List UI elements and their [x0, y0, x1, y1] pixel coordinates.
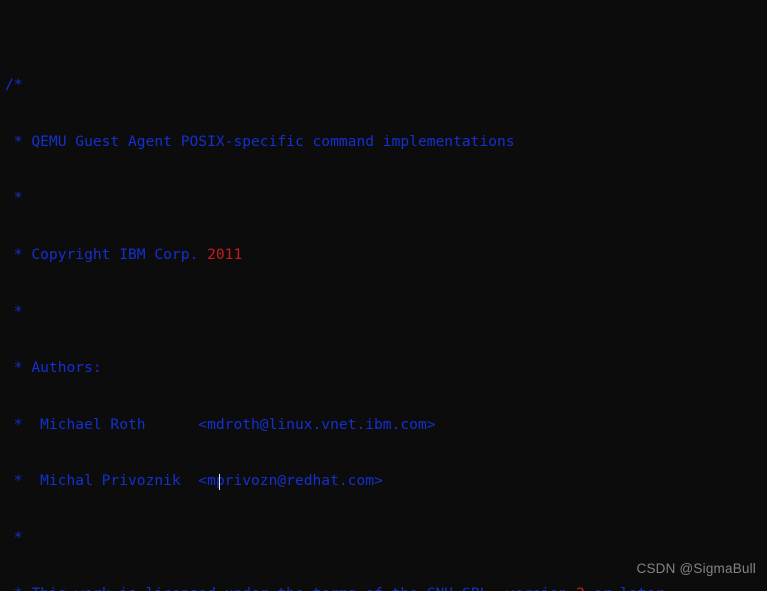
- comment-text: * Copyright IBM Corp.: [5, 245, 208, 263]
- code-line: * Copyright IBM Corp. 2011: [5, 246, 673, 265]
- comment-text: * Michael Roth <mdroth@linux.vnet.ibm.co…: [5, 415, 436, 433]
- comment-text: * Authors:: [5, 359, 102, 377]
- comment-text: or later.: [585, 585, 673, 591]
- code-line: *: [5, 529, 673, 548]
- number-literal: 2: [576, 585, 585, 591]
- code-editor-viewport[interactable]: /* * QEMU Guest Agent POSIX-specific com…: [0, 0, 767, 591]
- code-line: * Authors:: [5, 359, 673, 378]
- text-caret: [218, 474, 221, 490]
- comment-text: *: [5, 528, 23, 546]
- comment-text: * Michal Privoznik <mprivozn@redhat.com>: [5, 472, 383, 490]
- code-line: * This work is licensed under the terms …: [5, 585, 673, 591]
- comment-text: *: [5, 189, 23, 207]
- code-line: * Michal Privoznik <mprivozn@redhat.com>: [5, 472, 673, 491]
- comment-text: * This work is licensed under the terms …: [5, 585, 576, 591]
- code-line: * QEMU Guest Agent POSIX-specific comman…: [5, 133, 673, 152]
- number-literal: 2011: [207, 245, 243, 263]
- code-line: * Michael Roth <mdroth@linux.vnet.ibm.co…: [5, 416, 673, 435]
- comment-text: /*: [5, 76, 23, 94]
- code-line: /*: [5, 76, 673, 95]
- comment-text: * QEMU Guest Agent POSIX-specific comman…: [5, 132, 515, 150]
- code-line: *: [5, 189, 673, 208]
- code-line: *: [5, 303, 673, 322]
- comment-text: *: [5, 302, 23, 320]
- source-code-text[interactable]: /* * QEMU Guest Agent POSIX-specific com…: [5, 1, 673, 591]
